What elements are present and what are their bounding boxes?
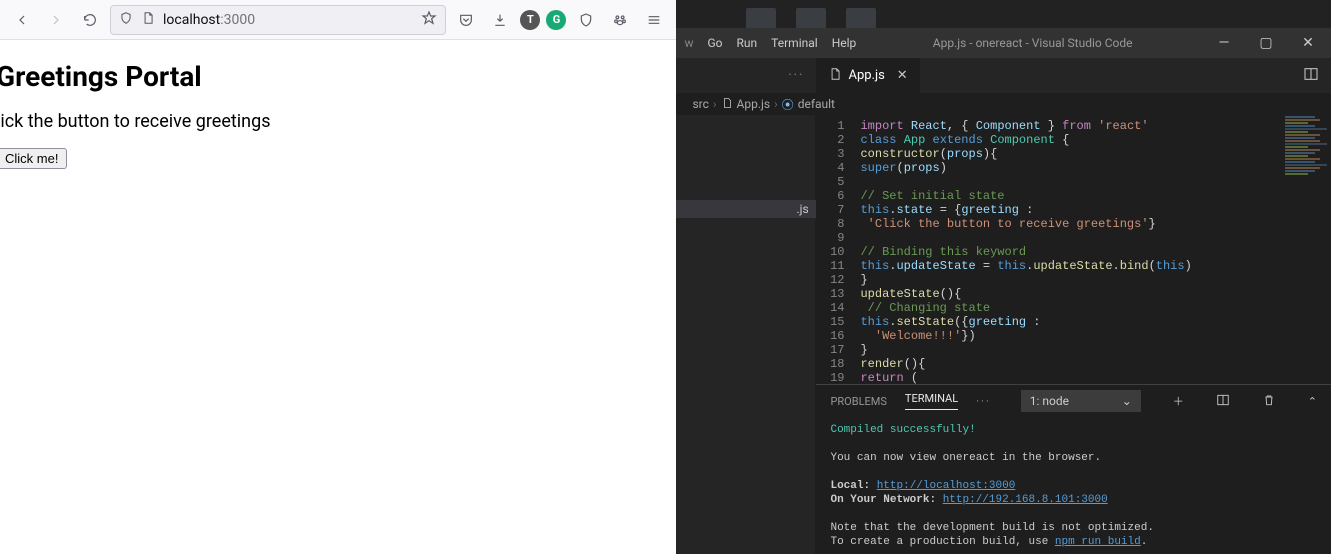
split-terminal-icon[interactable]	[1216, 393, 1230, 410]
menu-bar: w Go Run Terminal Help App.js - onereact…	[676, 28, 1331, 58]
term-line: Local:	[830, 480, 876, 492]
page-heading: Greetings Portal	[0, 60, 676, 93]
chevron-right-icon: ›	[774, 97, 778, 111]
breadcrumbs[interactable]: src › App.js › ⦿ default	[676, 93, 1331, 115]
code-editor[interactable]: 1234567891011121314151617181920 import R…	[816, 115, 1331, 384]
tab-close-icon[interactable]: ✕	[897, 68, 908, 83]
editor-actions	[1291, 58, 1331, 93]
minimap[interactable]	[1281, 115, 1331, 295]
file-icon	[721, 97, 733, 112]
chevron-right-icon: ›	[713, 97, 717, 111]
tab-app-js[interactable]: App.js ✕	[816, 58, 920, 93]
close-button[interactable]: ✕	[1293, 35, 1323, 51]
new-terminal-icon[interactable]: ＋	[1173, 393, 1184, 409]
page-content: Greetings Portal lick the button to rece…	[0, 40, 676, 169]
click-me-button[interactable]: Click me!	[0, 148, 67, 169]
menu-terminal[interactable]: Terminal	[771, 36, 818, 50]
menu-prev[interactable]: w	[684, 36, 693, 50]
ext-badge-t[interactable]: T	[520, 10, 540, 30]
pocket-icon[interactable]	[452, 6, 480, 34]
download-icon[interactable]	[486, 6, 514, 34]
explorer-sidebar[interactable]	[676, 115, 816, 554]
browser-window: localhost:3000 T G Greetings Portal lick…	[0, 0, 676, 554]
term-line: Compiled successfully!	[830, 424, 975, 436]
term-line: Note that the development build is not o…	[830, 521, 1317, 535]
forward-button[interactable]	[42, 6, 70, 34]
terminal-select-label: 1: node	[1030, 394, 1069, 408]
problems-tab[interactable]: PROBLEMS	[830, 395, 886, 408]
ext-shield-icon[interactable]	[572, 6, 600, 34]
term-line: On Your Network:	[830, 494, 942, 506]
editor-body: 1234567891011121314151617181920 import R…	[676, 115, 1331, 554]
kill-terminal-icon[interactable]	[1262, 393, 1276, 410]
taskbar-item[interactable]	[746, 8, 776, 28]
shield-icon	[119, 11, 133, 29]
crumb-symbol[interactable]: default	[798, 97, 835, 111]
chevron-down-icon: ⌄	[1122, 394, 1132, 408]
menu-run[interactable]: Run	[737, 36, 758, 50]
file-icon	[828, 67, 842, 85]
tab-label: App.js	[848, 68, 884, 83]
crumb-src[interactable]: src	[692, 97, 708, 111]
editor-tabs: ··· App.js ✕	[676, 58, 1331, 93]
term-line: .	[1141, 536, 1148, 548]
term-line: To create a production build, use	[830, 536, 1054, 548]
ext-paw-icon[interactable]	[606, 6, 634, 34]
terminal-tab[interactable]: TERMINAL	[905, 392, 958, 410]
menu-button[interactable]	[640, 6, 668, 34]
window-controls: — ▢ ✕	[1209, 35, 1323, 51]
menu-help[interactable]: Help	[832, 36, 857, 50]
browser-toolbar: localhost:3000 T G	[0, 0, 676, 40]
term-link[interactable]: http://localhost:3000	[877, 480, 1016, 492]
tab-overflow-button[interactable]: ···	[676, 58, 816, 93]
page-icon	[141, 11, 155, 29]
code-area[interactable]: import React, { Component } from 'react'…	[854, 115, 1191, 384]
terminal-output[interactable]: Compiled successfully! You can now view …	[816, 417, 1331, 554]
term-link[interactable]: http://192.168.8.101:3000	[943, 494, 1108, 506]
bottom-panel: PROBLEMS TERMINAL ··· 1: node ⌄ ＋ ⌃ Comp…	[816, 384, 1331, 554]
line-gutter: 1234567891011121314151617181920	[816, 115, 854, 384]
page-prompt: lick the button to receive greetings	[0, 111, 676, 132]
split-editor-icon[interactable]	[1303, 66, 1319, 86]
reload-button[interactable]	[76, 6, 104, 34]
sidebar-file-label[interactable]: .js	[676, 200, 816, 218]
taskbar-item[interactable]	[796, 8, 826, 28]
window-title: App.js - onereact - Visual Studio Code	[870, 36, 1195, 50]
url-text: localhost:3000	[163, 12, 255, 28]
crumb-file[interactable]: App.js	[737, 97, 771, 111]
panel-tabs: PROBLEMS TERMINAL ··· 1: node ⌄ ＋ ⌃	[816, 385, 1331, 417]
maximize-button[interactable]: ▢	[1251, 35, 1281, 51]
back-button[interactable]	[8, 6, 36, 34]
symbol-icon: ⦿	[782, 96, 794, 113]
maximize-panel-icon[interactable]: ⌃	[1308, 395, 1317, 408]
term-link[interactable]: npm run build	[1055, 536, 1141, 548]
url-bar[interactable]: localhost:3000	[110, 5, 446, 35]
ext-badge-g[interactable]: G	[546, 10, 566, 30]
vscode-window: w Go Run Terminal Help App.js - onereact…	[676, 0, 1331, 554]
minimize-button[interactable]: —	[1209, 35, 1239, 51]
panel-overflow-icon[interactable]: ···	[976, 395, 991, 408]
bookmark-star-icon[interactable]	[421, 10, 437, 30]
menu-go[interactable]: Go	[708, 36, 723, 50]
desktop-taskbar	[676, 0, 1331, 28]
term-line: You can now view onereact in the browser…	[830, 451, 1317, 465]
taskbar-item[interactable]	[846, 8, 876, 28]
terminal-select[interactable]: 1: node ⌄	[1021, 390, 1141, 412]
